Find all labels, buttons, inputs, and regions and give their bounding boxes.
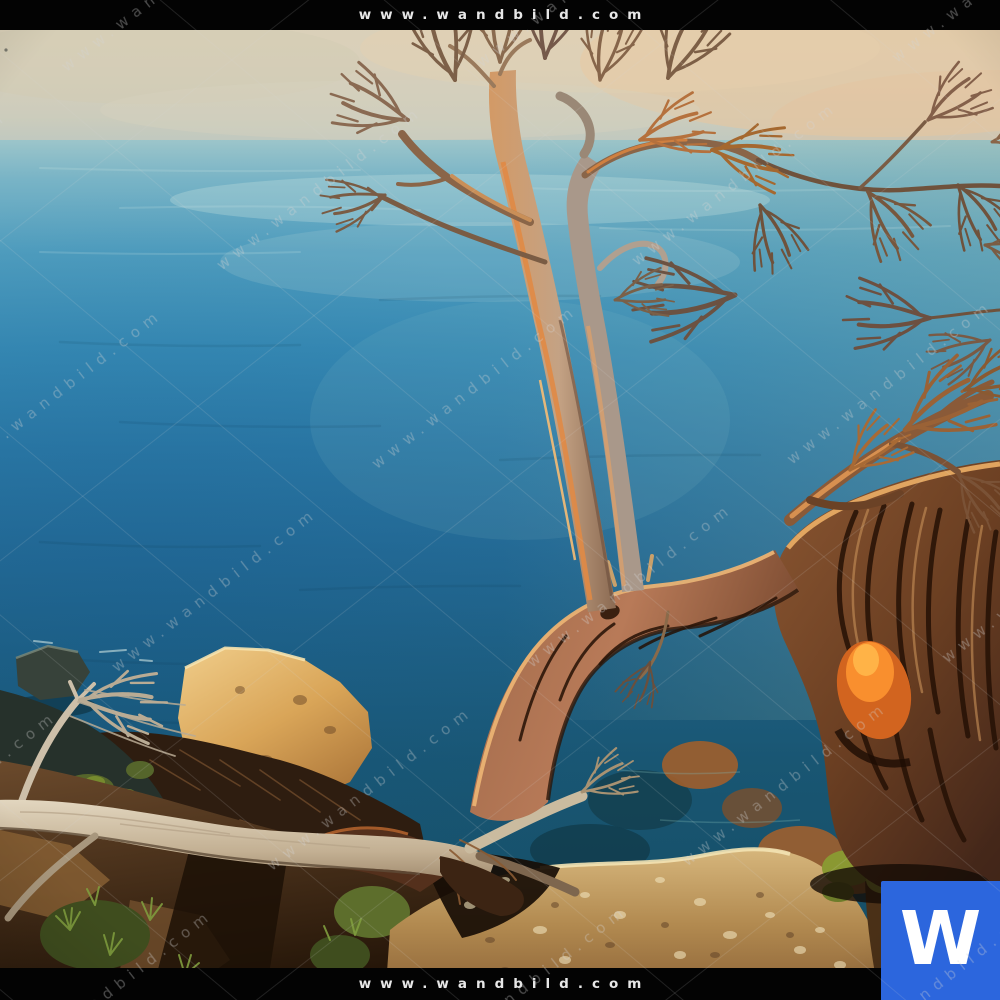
photo-artwork <box>0 0 1000 1000</box>
footer-url-bar: www.wandbild.com <box>0 968 1000 1000</box>
brand-logo-badge: W <box>881 881 1000 1000</box>
vignette-overlay <box>0 0 1000 1000</box>
product-image-preview[interactable]: www.wandbild.com www.wandbild.com W www.… <box>0 0 1000 1000</box>
brand-logo-letter: W <box>900 902 982 976</box>
header-url-text: www.wandbild.com <box>350 7 651 23</box>
footer-url-text: www.wandbild.com <box>350 976 651 992</box>
header-url-bar: www.wandbild.com <box>0 0 1000 30</box>
